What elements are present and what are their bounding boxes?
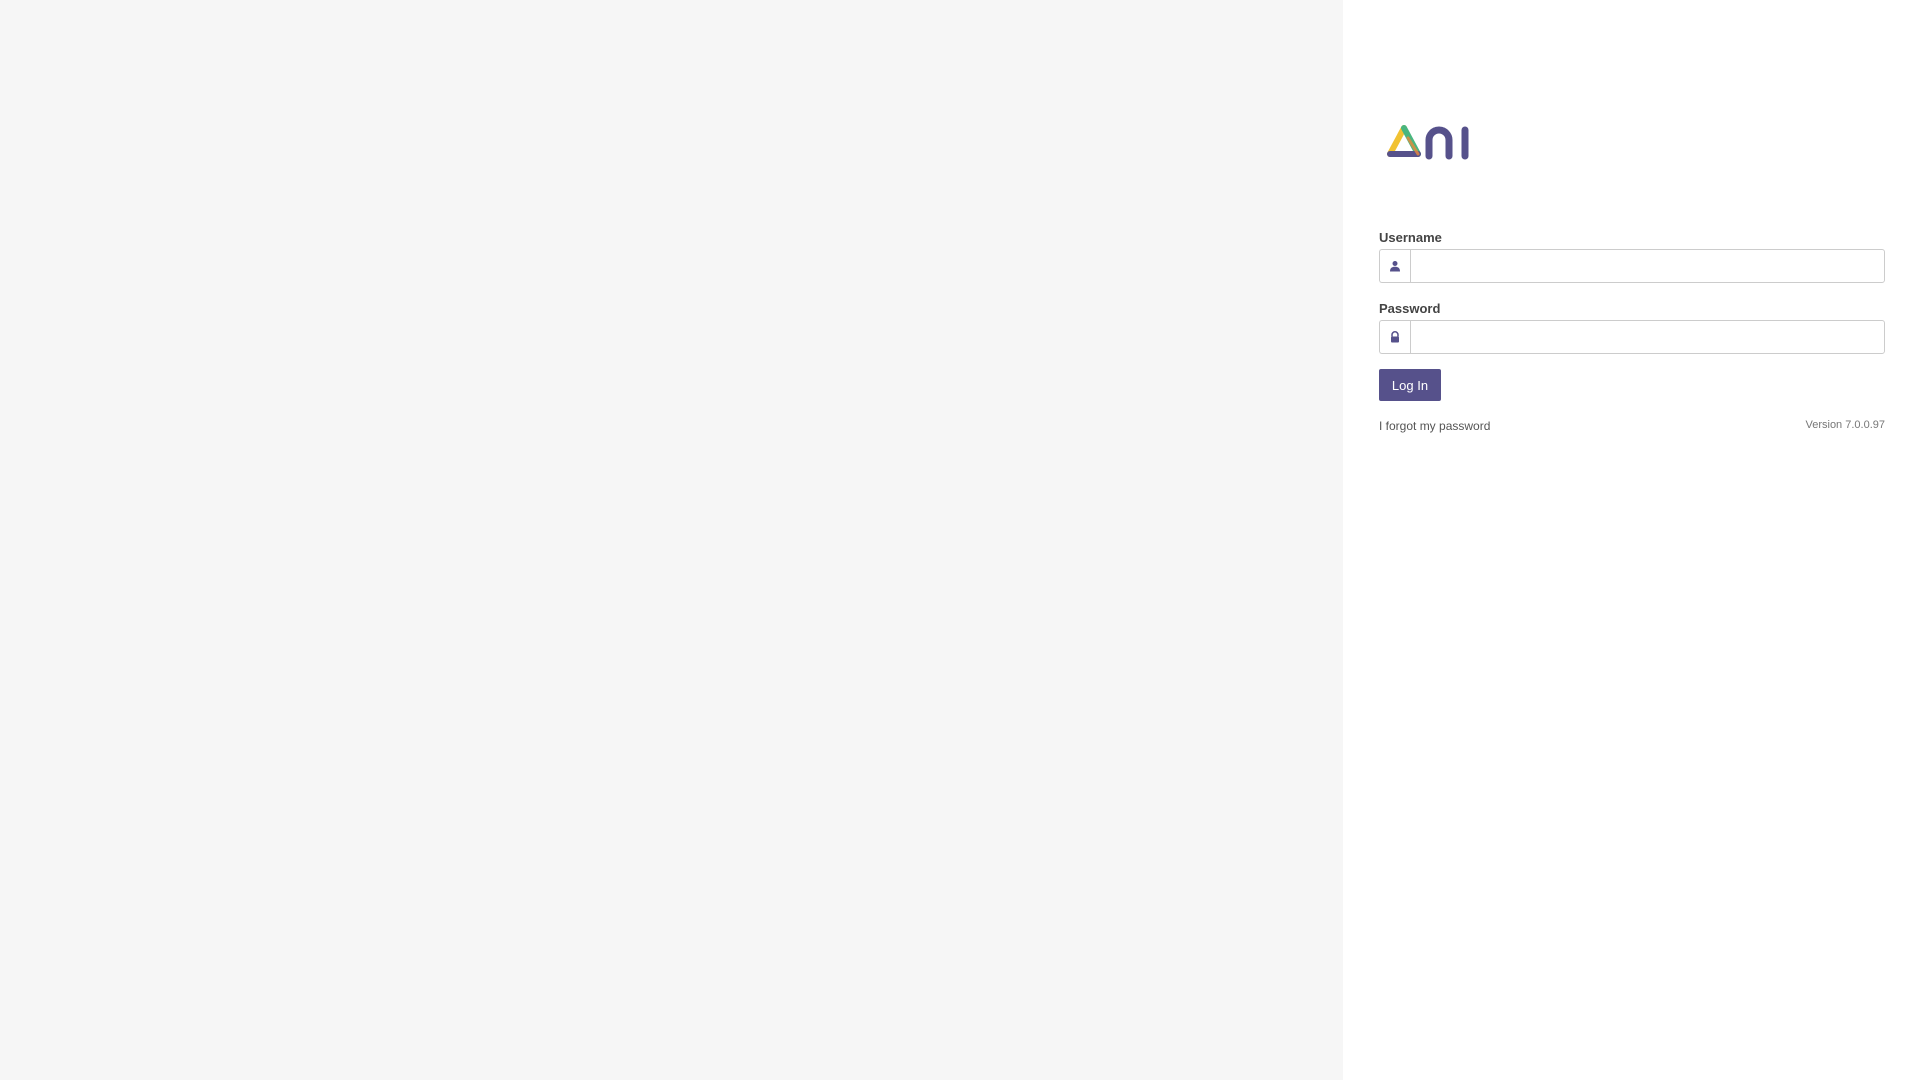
lock-icon [1379,320,1410,354]
password-input-group [1379,320,1885,354]
background-panel [0,0,1343,1080]
ani-logo [1387,125,1469,160]
login-page: Username Password Log In I forgot my pas… [0,0,1920,1080]
password-input[interactable] [1410,320,1885,354]
forgot-password-link[interactable]: I forgot my password [1379,419,1490,433]
username-input-group [1379,249,1885,283]
login-panel [1343,0,1920,1080]
lock-icon-glyph [1391,331,1399,343]
login-button[interactable]: Log In [1379,369,1441,401]
user-icon [1379,249,1410,283]
user-icon-glyph [1390,261,1400,272]
logo-triangle-left-stroke [1387,125,1407,157]
logo-letter-n [1425,126,1453,160]
version-label: Version 7.0.0.97 [1805,419,1885,431]
password-label: Password [1379,301,1441,316]
username-label: Username [1379,230,1442,245]
username-input[interactable] [1410,249,1885,283]
